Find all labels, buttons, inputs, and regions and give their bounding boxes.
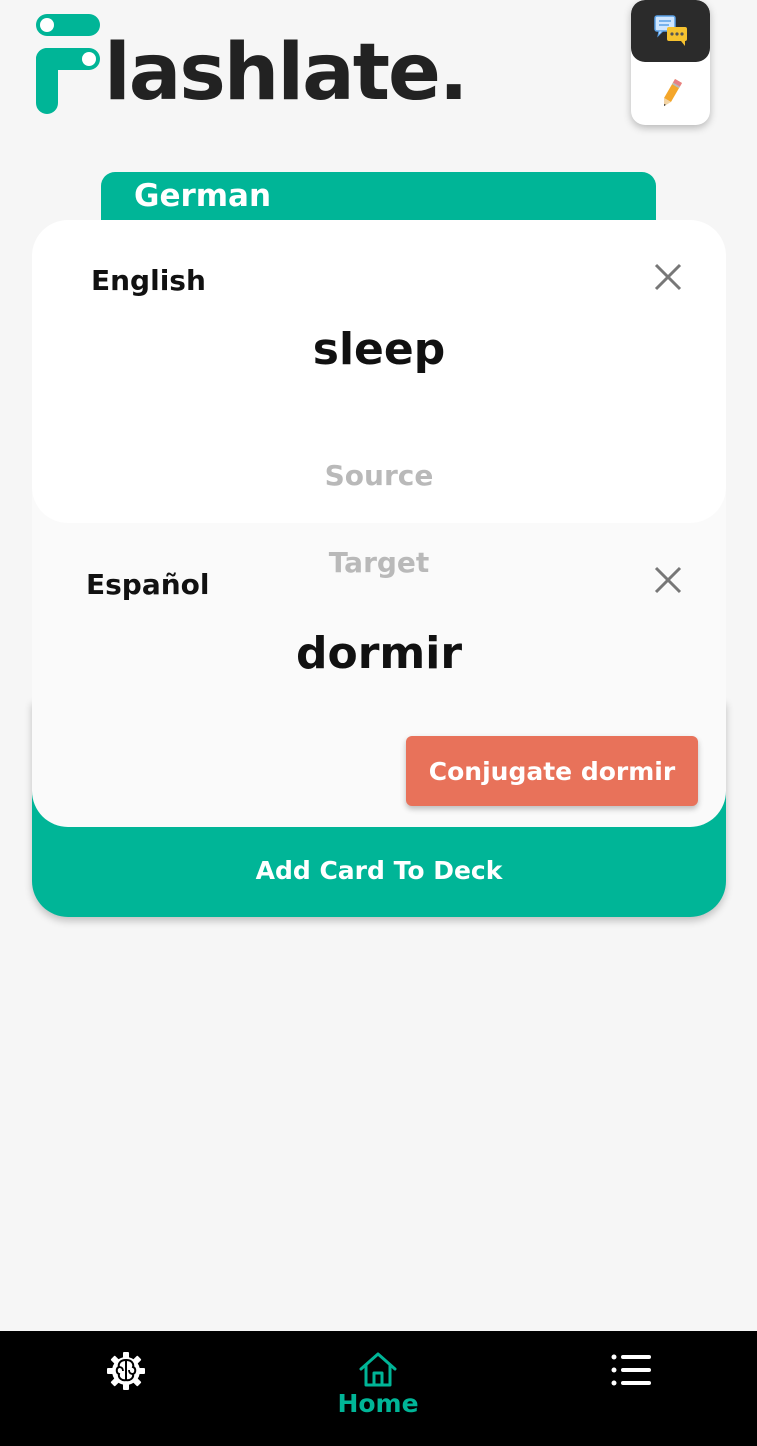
logo-f-mark-icon (36, 14, 100, 114)
conjugate-button[interactable]: Conjugate dormir (406, 736, 698, 806)
source-hint: Source (324, 459, 434, 492)
nav-item-home[interactable]: Home (328, 1331, 428, 1446)
nav-item-brain[interactable] (86, 1331, 166, 1446)
close-icon[interactable] (648, 560, 688, 600)
mode-toggle (631, 0, 710, 125)
target-word-input[interactable]: dormir (32, 628, 726, 679)
nav-item-list[interactable] (591, 1331, 671, 1446)
home-icon (359, 1352, 397, 1387)
chat-bubbles-icon (653, 15, 687, 46)
brain-gear-icon (107, 1352, 145, 1390)
deck-label: German (134, 178, 272, 214)
nav-home-label: Home (337, 1389, 419, 1418)
logo-text: lashlate. (104, 28, 469, 118)
chat-mode-button[interactable] (631, 0, 710, 62)
target-panel: Target Español dormir Conjugate dormir (32, 470, 726, 827)
app-screen: lashlate. German Add Card To Deck Target… (0, 0, 757, 1446)
source-language-selector[interactable]: English (91, 264, 206, 297)
pencil-icon (663, 78, 682, 106)
flashlate-logo: lashlate. (34, 8, 474, 126)
edit-mode-button[interactable] (631, 62, 710, 125)
source-panel: English sleep Source (32, 220, 726, 523)
bottom-nav: Home (0, 1331, 757, 1446)
list-icon (611, 1354, 651, 1386)
target-language-selector[interactable]: Español (86, 568, 210, 601)
add-card-label: Add Card To Deck (255, 856, 503, 885)
close-icon[interactable] (648, 257, 688, 297)
source-word-input[interactable]: sleep (32, 324, 726, 375)
